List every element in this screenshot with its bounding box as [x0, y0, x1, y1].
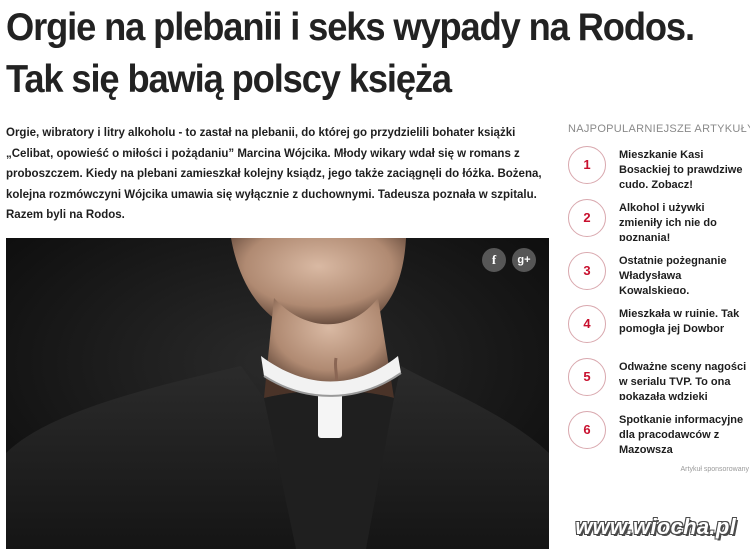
priest-photo-illustration — [6, 238, 549, 549]
popular-article-3[interactable]: 3 Ostatnie pożegnanie Władysława Kowalsk… — [568, 252, 750, 305]
popular-article-title[interactable]: Mieszkała w ruinie. Tak pomogła jej Dowb… — [619, 307, 750, 347]
sidebar-title: NAJPOPULARNIEJSZE ARTYKUŁY: — [568, 123, 750, 135]
article-photo: f g+ — [6, 238, 549, 549]
rank-badge: 5 — [568, 358, 606, 396]
popular-articles-list: 1 Mieszkanie Kasi Bosackiej to prawdziwe… — [568, 146, 750, 473]
article-lead: Orgie, wibratory i litry alkoholu - to z… — [6, 127, 542, 221]
headline-line-1: Orgie na plebanii i seks wypady na Rodos… — [6, 6, 695, 49]
googleplus-share-button[interactable]: g+ — [512, 248, 536, 272]
site-watermark: www.wiocha.pl — [575, 514, 736, 539]
popular-articles-sidebar: NAJPOPULARNIEJSZE ARTYKUŁY: 1 Mieszkanie… — [568, 122, 750, 473]
popular-article-title[interactable]: Odważne sceny nagości w serialu TVP. To … — [619, 360, 750, 400]
rank-badge: 4 — [568, 305, 606, 343]
popular-article-6[interactable]: 6 Spotkanie informacyjne dla pracodawców… — [568, 411, 750, 464]
popular-article-title[interactable]: Ostatnie pożegnanie Władysława Kowalskie… — [619, 254, 750, 294]
rank-badge: 3 — [568, 252, 606, 290]
popular-article-title[interactable]: Spotkanie informacyjne dla pracodawców z… — [619, 413, 750, 453]
popular-article-1[interactable]: 1 Mieszkanie Kasi Bosackiej to prawdziwe… — [568, 146, 750, 199]
facebook-share-button[interactable]: f — [482, 248, 506, 272]
headline-line-2: Tak się bawią polscy księża — [6, 58, 452, 101]
popular-article-4[interactable]: 4 Mieszkała w ruinie. Tak pomogła jej Do… — [568, 305, 750, 358]
sponsored-label: Artykuł sponsorowany — [680, 466, 749, 473]
rank-badge: 1 — [568, 146, 606, 184]
article-headline: Orgie na plebanii i seks wypady na Rodos… — [6, 2, 698, 106]
popular-article-2[interactable]: 2 Alkohol i używki zmieniły ich nie do p… — [568, 199, 750, 252]
facebook-icon: f — [491, 252, 497, 267]
popular-article-title[interactable]: Mieszkanie Kasi Bosackiej to prawdziwe c… — [619, 148, 750, 188]
popular-article-5[interactable]: 5 Odważne sceny nagości w serialu TVP. T… — [568, 358, 750, 411]
google-plus-icon: g+ — [517, 254, 531, 266]
popular-article-title[interactable]: Alkohol i używki zmieniły ich nie do poz… — [619, 201, 750, 241]
rank-badge: 2 — [568, 199, 606, 237]
rank-badge: 6 — [568, 411, 606, 449]
